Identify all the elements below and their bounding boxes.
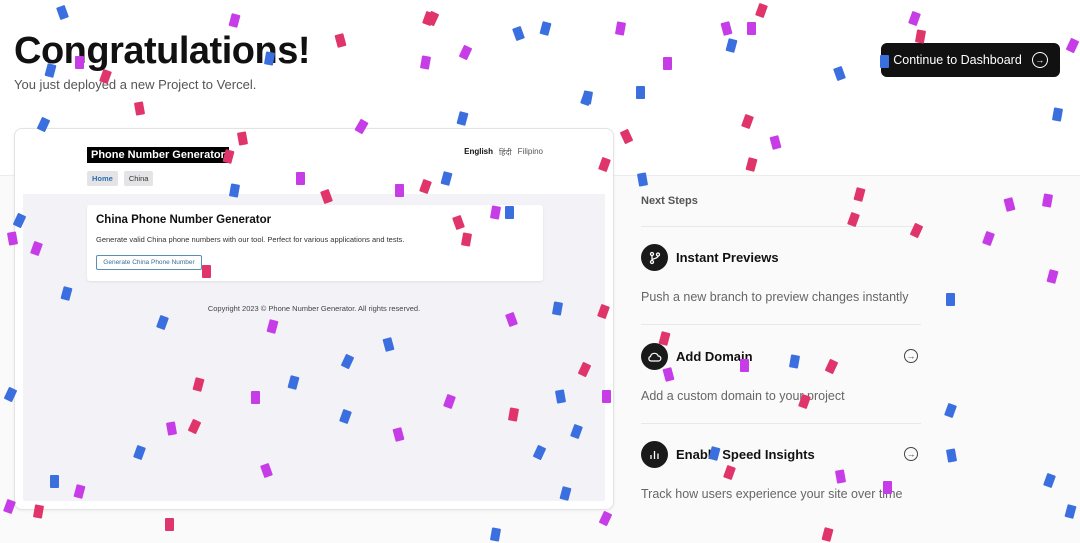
- confetti-piece: [1065, 37, 1080, 54]
- confetti-piece: [1051, 107, 1064, 122]
- cloud-icon: [641, 343, 668, 370]
- confetti-piece: [228, 13, 241, 28]
- confetti-piece: [914, 29, 927, 44]
- preview-generate-button: Generate China Phone Number: [96, 255, 202, 270]
- confetti-piece: [56, 4, 69, 21]
- page-subtitle: You just deployed a new Project to Verce…: [14, 77, 257, 92]
- arrow-right-circle-icon[interactable]: →: [904, 349, 918, 363]
- confetti-piece: [425, 10, 440, 27]
- cta-label: Continue to Dashboard: [893, 53, 1022, 67]
- confetti-piece: [833, 65, 846, 82]
- step-title: Instant Previews: [676, 250, 779, 265]
- step-description: Track how users experience your site ove…: [641, 487, 903, 501]
- preview-header: Phone Number Generator English हिंदी Fil…: [23, 137, 605, 194]
- confetti-piece: [769, 135, 782, 150]
- arrow-right-circle-icon: →: [1031, 52, 1048, 68]
- preview-screenshot: Phone Number Generator English हिंदी Fil…: [23, 137, 605, 501]
- continue-to-dashboard-button[interactable]: Continue to Dashboard →: [881, 43, 1060, 77]
- preview-lang-item: हिंदी: [499, 148, 512, 157]
- confetti-piece: [334, 33, 347, 48]
- step-title: Add Domain: [676, 349, 753, 364]
- preview-language-switcher: English हिंदी Filipino: [464, 147, 543, 158]
- confetti-piece: [539, 21, 552, 36]
- confetti-piece: [747, 22, 756, 35]
- preview-nav-home: Home: [87, 171, 118, 186]
- confetti-piece: [663, 57, 672, 70]
- preview-nav-china: China: [123, 171, 154, 186]
- step-description: Add a custom domain to your project: [641, 389, 845, 403]
- deployment-preview[interactable]: Phone Number Generator English हिंदी Fil…: [14, 128, 614, 510]
- preview-brand: Phone Number Generator: [87, 147, 229, 163]
- step-title: Enable Speed Insights: [676, 447, 815, 462]
- confetti-piece: [581, 90, 594, 105]
- confetti-piece: [755, 2, 768, 19]
- confetti-piece: [512, 25, 525, 42]
- git-branch-icon: [641, 244, 668, 271]
- preview-lang-item: Filipino: [517, 147, 543, 156]
- preview-footer: Copyright 2023 © Phone Number Generator.…: [207, 304, 421, 313]
- confetti-piece: [619, 128, 634, 145]
- preview-card: China Phone Number Generator Generate va…: [87, 205, 543, 281]
- confetti-piece: [133, 101, 146, 116]
- preview-nav: Home China: [87, 171, 154, 186]
- confetti-piece: [636, 86, 645, 99]
- confetti-piece: [422, 10, 435, 27]
- preview-card-title: China Phone Number Generator: [96, 214, 272, 226]
- confetti-piece: [725, 38, 738, 53]
- step-description: Push a new branch to preview changes ins…: [641, 290, 909, 304]
- divider: [641, 226, 921, 227]
- arrow-right-circle-icon[interactable]: →: [904, 447, 918, 461]
- confetti-piece: [580, 90, 593, 107]
- confetti-piece: [458, 44, 473, 61]
- confetti-piece: [720, 21, 733, 36]
- bar-chart-icon: [641, 441, 668, 468]
- next-steps-heading: Next Steps: [641, 195, 698, 207]
- confetti-piece: [456, 111, 469, 126]
- preview-card-text: Generate valid China phone numbers with …: [96, 235, 405, 244]
- confetti-piece: [908, 10, 921, 27]
- preview-lang-item: English: [464, 147, 494, 156]
- page-title: Congratulations!: [14, 30, 310, 72]
- confetti-piece: [614, 21, 627, 36]
- confetti-piece: [745, 157, 758, 172]
- confetti-piece: [741, 113, 754, 130]
- divider: [641, 324, 921, 325]
- divider: [641, 423, 921, 424]
- confetti-piece: [419, 55, 432, 70]
